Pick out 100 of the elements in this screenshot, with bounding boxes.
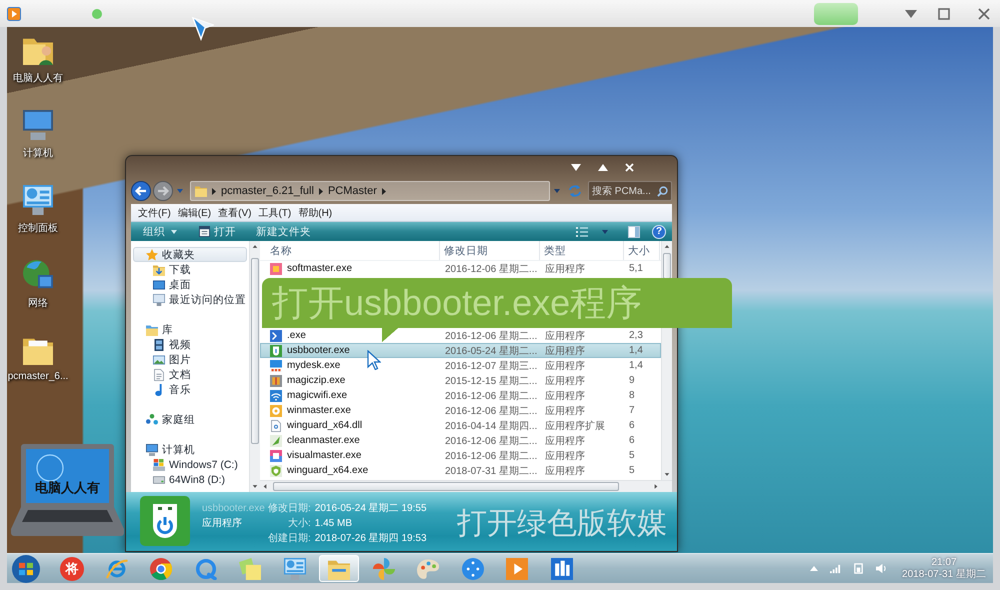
caret-icon[interactable] xyxy=(602,230,608,234)
desktop-shortcut[interactable]: 计算机 xyxy=(7,108,69,183)
nav-item[interactable]: 64Win8 (D:) xyxy=(133,472,247,487)
toolbar-button[interactable]: 新建文件夹 xyxy=(252,223,315,240)
toolbar-button[interactable]: 组织 xyxy=(139,223,183,240)
file-row[interactable]: visualmaster.exe 2016-12-06 星期二... 应用程序 5 xyxy=(260,448,661,463)
toolbar-button[interactable]: 打开 xyxy=(195,223,240,240)
preview-pane-icon[interactable] xyxy=(628,226,640,238)
start-orb-icon xyxy=(12,554,40,582)
type-cell-text: 应用程序 xyxy=(544,404,586,418)
menu-item[interactable]: 文件(F) xyxy=(135,206,174,220)
size-cell-text: 6 xyxy=(628,435,636,446)
nav-item[interactable]: 图片 xyxy=(133,352,247,367)
column-header[interactable]: 名称 xyxy=(260,241,440,260)
forward-icon[interactable] xyxy=(153,181,173,201)
nav-item[interactable]: 收藏夹 xyxy=(133,247,247,262)
desktop-shortcut[interactable]: pcmaster_6... xyxy=(7,333,69,408)
tray-arrow-icon[interactable] xyxy=(810,566,818,571)
taskbar-button[interactable]: 将 xyxy=(60,556,84,580)
maximize-icon[interactable] xyxy=(938,8,950,20)
pinwheel-icon xyxy=(372,558,394,580)
signal-icon[interactable] xyxy=(830,563,841,574)
file-row[interactable]: winguard_x64.exe 2018-07-31 星期二... 应用程序 5 xyxy=(260,463,661,478)
menu-item[interactable]: 工具(T) xyxy=(255,206,294,220)
size-cell-text: 5 xyxy=(628,465,636,476)
size-cell-text: 7 xyxy=(628,405,636,416)
scrollbar-thumb[interactable] xyxy=(663,253,671,279)
player-logo-icon[interactable] xyxy=(7,6,21,20)
type-cell-text: 应用程序 xyxy=(544,262,586,276)
nav-item[interactable]: 桌面 xyxy=(133,277,247,292)
menu-item[interactable]: 编辑(E) xyxy=(174,206,214,220)
system-drive-icon xyxy=(153,458,165,470)
speaker-icon[interactable] xyxy=(876,563,887,574)
size-cell-text: 1,4 xyxy=(628,345,644,356)
type-cell-text: 应用程序 xyxy=(544,464,586,478)
breadcrumb-item[interactable]: PCMaster xyxy=(328,185,377,197)
column-header[interactable]: 大小 xyxy=(624,241,660,260)
scrollbar[interactable] xyxy=(260,480,672,492)
file-row[interactable]: cleanmaster.exe 2016-12-06 星期二... 应用程序 6 xyxy=(260,433,661,448)
nav-item[interactable]: 视频 xyxy=(133,337,247,352)
file-row[interactable]: winmaster.exe 2016-12-06 星期二... 应用程序 7 xyxy=(260,403,661,418)
computer-icon xyxy=(23,110,53,140)
taskbar-button[interactable] xyxy=(9,555,43,582)
menu-item[interactable]: 帮助(H) xyxy=(295,206,336,220)
help-button[interactable]: ? xyxy=(652,224,666,238)
file-row[interactable]: magiczip.exe 2015-12-15 星期二... 应用程序 9 xyxy=(260,373,661,388)
monitor-icon xyxy=(153,294,165,306)
file-row[interactable]: usbbooter.exe 2016-05-24 星期二... 应用程序 1,4 xyxy=(260,343,661,358)
scrollbar-thumb[interactable] xyxy=(251,258,259,444)
search-field[interactable]: 搜索 PCMa... xyxy=(588,181,672,201)
desktop-shortcut[interactable]: 电脑人人有 xyxy=(7,33,69,108)
usb-icon xyxy=(270,344,282,356)
details-value: 2018-07-26 星期四 19:53 xyxy=(314,532,427,546)
nav-item[interactable]: Windows7 (C:) xyxy=(133,457,247,472)
chevron-icon[interactable] xyxy=(382,188,386,194)
menu-item[interactable]: 查看(V) xyxy=(215,206,254,220)
file-name-cell: visualmaster.exe xyxy=(287,450,362,461)
file-row[interactable]: magicwifi.exe 2016-12-06 星期二... 应用程序 8 xyxy=(260,388,661,403)
nav-item[interactable]: 库 xyxy=(133,322,247,337)
scrollbar-thumb[interactable] xyxy=(273,482,619,491)
column-header[interactable]: 修改日期 xyxy=(440,241,540,260)
ring-icon xyxy=(194,558,216,580)
desktop-shortcut[interactable]: 控制面板 xyxy=(7,183,69,258)
nav-item[interactable]: 音乐 xyxy=(133,382,247,397)
expand-icon[interactable] xyxy=(598,164,608,170)
details-value: 2016-05-24 星期二 19:55 xyxy=(314,502,427,516)
nav-item[interactable]: 下载 xyxy=(133,262,247,277)
search-icon[interactable] xyxy=(657,186,668,196)
scrollbar[interactable] xyxy=(249,241,260,492)
date-cell-text: 2016-12-06 星期二... xyxy=(444,450,538,462)
breadcrumb-item[interactable]: pcmaster_6.21_full xyxy=(221,185,314,197)
view-list-icon[interactable] xyxy=(576,226,588,236)
back-icon[interactable] xyxy=(131,181,151,201)
file-name-cell: cleanmaster.exe xyxy=(287,435,360,446)
collapse-icon[interactable] xyxy=(571,164,581,170)
status-dot-icon xyxy=(92,8,102,18)
details-label: 创建日期: xyxy=(268,532,311,546)
desktop-shortcut[interactable]: 网络 xyxy=(7,258,69,333)
gear-icon xyxy=(270,404,282,416)
nav-item[interactable]: 文档 xyxy=(133,367,247,382)
folder-icon xyxy=(146,324,158,336)
address-bar[interactable]: pcmaster_6.21_full PCMaster xyxy=(190,181,550,201)
dropdown-icon[interactable] xyxy=(905,10,917,18)
nav-item[interactable]: 家庭组 xyxy=(133,412,247,427)
column-header[interactable]: 类型 xyxy=(540,241,624,260)
nav-item[interactable]: 计算机 xyxy=(133,442,247,457)
caret-icon[interactable] xyxy=(554,189,560,193)
chevron-icon[interactable] xyxy=(318,188,323,194)
app-icon xyxy=(270,262,282,274)
battery-icon[interactable] xyxy=(853,563,864,574)
file-row[interactable]: softmaster.exe 2016-12-06 星期二... 应用程序 5,1 xyxy=(260,261,661,276)
close-icon[interactable] xyxy=(978,8,990,20)
taskbar-button[interactable] xyxy=(319,555,359,582)
file-row[interactable]: winguard_x64.dll 2016-04-14 星期四... 应用程序扩展 6 xyxy=(260,418,661,433)
type-cell-text: 应用程序 xyxy=(544,360,586,372)
nav-item[interactable]: 最近访问的位置 xyxy=(133,292,247,307)
file-row[interactable]: mydesk.exe 2016-12-07 星期三... 应用程序 1,4 xyxy=(260,358,661,373)
caret-icon[interactable] xyxy=(177,189,183,193)
chevron-icon[interactable] xyxy=(212,188,216,194)
tile-icon xyxy=(270,450,282,462)
